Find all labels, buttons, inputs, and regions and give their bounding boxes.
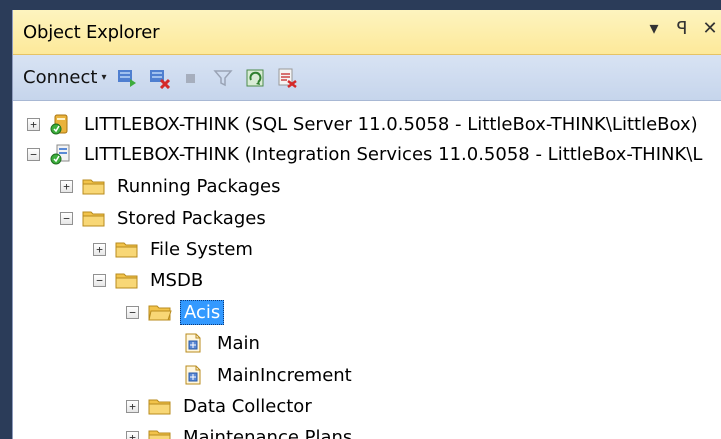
- tree-node-sql-server[interactable]: + LITTLEBOX-THINK (SQL Server 11.0.5058 …: [27, 109, 701, 139]
- folder-icon: [148, 395, 172, 417]
- package-icon: [182, 364, 206, 386]
- tree-node-label: MainIncrement: [217, 364, 352, 386]
- connect-label: Connect: [23, 67, 98, 88]
- panel-titlebar: Object Explorer ▾ ꟼ ✕: [13, 10, 721, 55]
- tree-node-msdb[interactable]: − MSDB: [93, 265, 206, 295]
- tree-node-maintenance-plans[interactable]: + Maintenance Plans: [126, 422, 355, 439]
- tree-node-label: Main: [217, 332, 260, 354]
- tree-node-integration-services[interactable]: − LITTLEBOX-THINK (Integration Services …: [27, 139, 705, 169]
- integration-services-icon: [49, 143, 73, 165]
- expand-toggle[interactable]: +: [27, 117, 40, 131]
- expand-toggle[interactable]: +: [126, 430, 139, 439]
- tree-node-label: Maintenance Plans: [183, 426, 353, 439]
- folder-icon: [82, 175, 106, 197]
- collapse-toggle[interactable]: −: [60, 211, 73, 225]
- tree-node-label: Running Packages: [117, 175, 281, 197]
- collapse-toggle[interactable]: −: [126, 305, 139, 319]
- title-buttons: ▾ ꟼ ✕: [646, 19, 718, 39]
- tree-node-file-system[interactable]: + File System: [93, 234, 256, 264]
- window-position-dropdown[interactable]: ▾: [646, 19, 662, 39]
- pin-button[interactable]: ꟼ: [674, 19, 690, 39]
- connect-caret: ▾: [101, 72, 107, 83]
- tree-node-label: LITTLEBOX-THINK (Integration Services 11…: [84, 143, 703, 165]
- tree-node-main[interactable]: Main: [160, 328, 263, 358]
- tree-node-label: Data Collector: [183, 395, 312, 417]
- tree-node-data-collector[interactable]: + Data Collector: [126, 391, 315, 421]
- tree-node-running-packages[interactable]: + Running Packages: [60, 171, 283, 201]
- object-explorer-panel: Object Explorer ▾ ꟼ ✕ Connect ▾ + LITTLE…: [12, 10, 721, 439]
- folder-open-icon: [148, 301, 172, 323]
- expand-toggle[interactable]: +: [60, 179, 73, 193]
- panel-title: Object Explorer: [23, 21, 160, 43]
- tree-node-mainincrement[interactable]: MainIncrement: [160, 360, 355, 390]
- folder-icon: [148, 426, 172, 439]
- collapse-toggle[interactable]: −: [27, 147, 40, 161]
- object-tree: + LITTLEBOX-THINK (SQL Server 11.0.5058 …: [13, 101, 721, 439]
- tree-node-label: MSDB: [150, 269, 204, 291]
- folder-icon: [115, 238, 139, 260]
- folder-icon: [115, 269, 139, 291]
- sql-server-icon: [49, 113, 73, 135]
- activity-monitor-icon[interactable]: [276, 67, 298, 89]
- folder-icon: [82, 207, 106, 229]
- tree-node-acis[interactable]: − Acis: [126, 297, 225, 327]
- object-explorer-toolbar: Connect ▾: [13, 55, 721, 101]
- filter-icon[interactable]: [212, 67, 234, 89]
- connect-server-icon[interactable]: [116, 67, 138, 89]
- package-icon: [182, 332, 206, 354]
- disconnect-icon[interactable]: [148, 67, 171, 89]
- tree-node-label: Stored Packages: [117, 207, 266, 229]
- refresh-icon[interactable]: [244, 67, 266, 89]
- tree-node-label: LITTLEBOX-THINK (SQL Server 11.0.5058 - …: [84, 113, 698, 135]
- connect-button[interactable]: Connect ▾: [23, 67, 106, 88]
- tree-node-label-selected: Acis: [180, 299, 225, 325]
- stop-icon[interactable]: [180, 67, 202, 89]
- tree-node-stored-packages[interactable]: − Stored Packages: [60, 203, 269, 233]
- expand-toggle[interactable]: +: [126, 399, 139, 413]
- close-button[interactable]: ✕: [702, 19, 718, 39]
- collapse-toggle[interactable]: −: [93, 273, 106, 287]
- expand-toggle[interactable]: +: [93, 242, 106, 256]
- tree-node-label: File System: [150, 238, 253, 260]
